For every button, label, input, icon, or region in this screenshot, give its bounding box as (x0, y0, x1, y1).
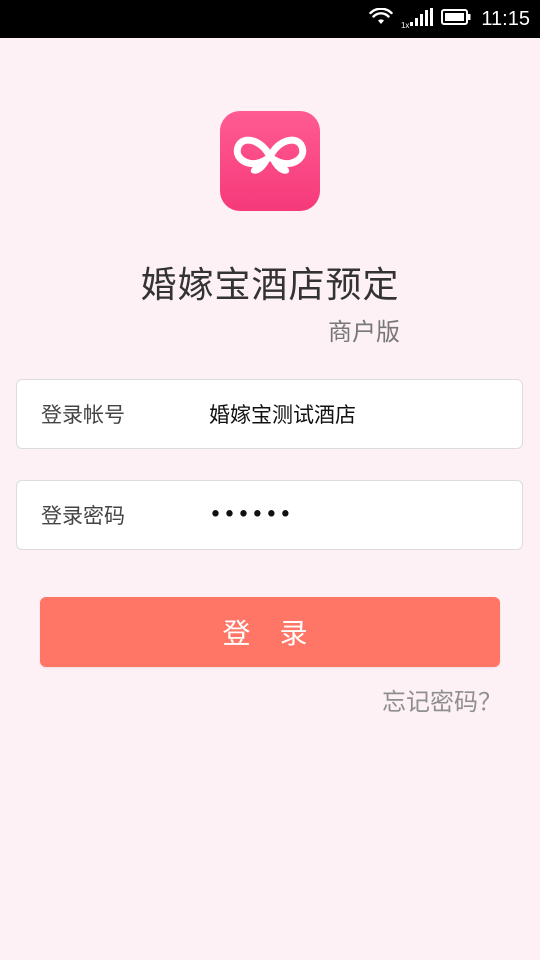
signal-icon (409, 8, 434, 30)
account-label: 登录帐号 (41, 403, 125, 427)
account-input[interactable]: 婚嫁宝测试酒店 (209, 399, 356, 429)
app-subtitle: 商户版 (328, 318, 400, 346)
forgot-password-link[interactable]: 忘记密码？ (382, 682, 502, 717)
status-bar: 1x 11:15 (0, 0, 540, 38)
battery-icon (441, 8, 471, 30)
status-icons: 1x 11:15 (369, 0, 530, 38)
network-type-label: 1x (400, 20, 410, 30)
app-title: 婚嫁宝酒店预定 (140, 265, 400, 306)
status-time: 11:15 (481, 7, 530, 30)
password-label: 登录密码 (41, 504, 125, 528)
login-button[interactable]: 登 录 (40, 597, 500, 667)
password-input[interactable]: •••••• (209, 503, 293, 528)
app-logo (220, 111, 320, 211)
wifi-icon (369, 7, 393, 30)
password-field[interactable]: 登录密码 •••••• (16, 480, 523, 550)
butterfly-logo-icon (232, 133, 308, 189)
account-field[interactable]: 登录帐号 婚嫁宝测试酒店 (16, 379, 523, 449)
